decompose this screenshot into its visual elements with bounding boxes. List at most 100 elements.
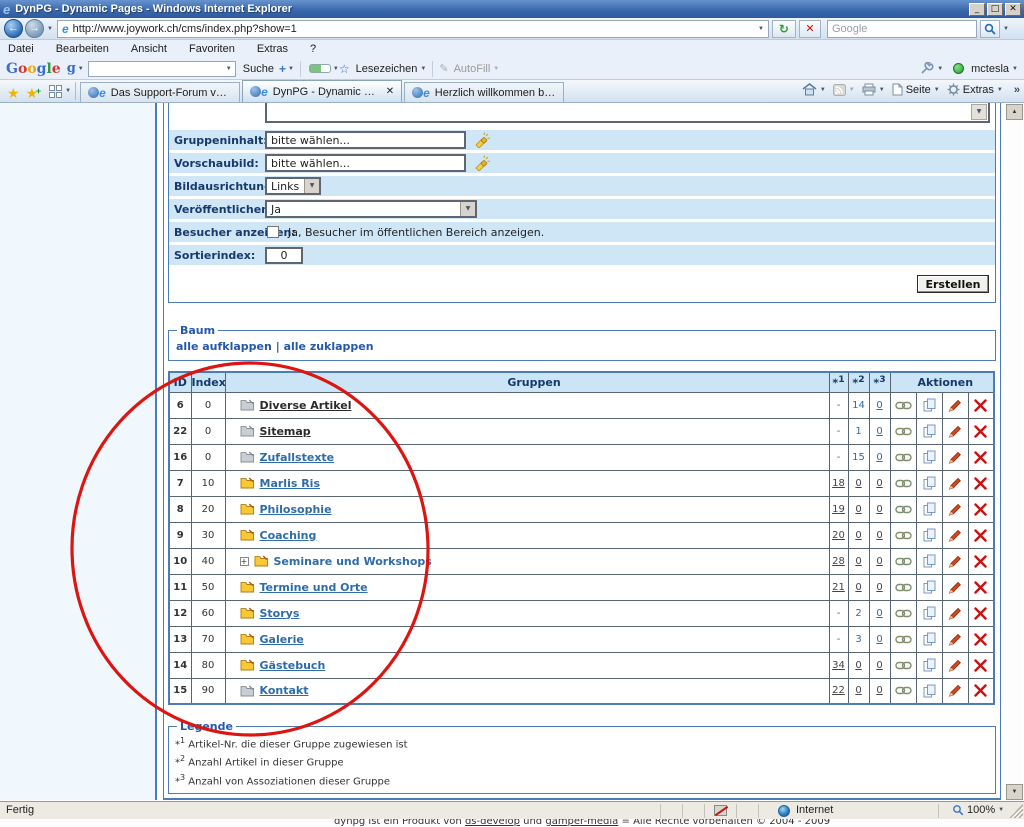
vertical-scrollbar[interactable]: ▲ ▼ [1006, 103, 1023, 801]
link-action[interactable] [890, 522, 916, 548]
edit-action[interactable] [942, 600, 968, 626]
edit-action[interactable] [942, 678, 968, 704]
edit-action[interactable] [942, 548, 968, 574]
delete-action[interactable] [968, 574, 994, 600]
delete-action[interactable] [968, 444, 994, 470]
copy-action[interactable] [916, 444, 942, 470]
google-g-dropdown-icon[interactable]: ▼ [78, 66, 84, 72]
group-link[interactable]: Termine und Orte [260, 581, 368, 594]
edit-action[interactable] [942, 418, 968, 444]
flashlight-icon[interactable] [473, 132, 490, 148]
scroll-down-icon[interactable]: ▼ [1006, 784, 1023, 800]
link-action[interactable] [890, 444, 916, 470]
scroll-up-icon[interactable]: ▲ [1006, 104, 1023, 120]
feed-icon[interactable] [833, 84, 846, 96]
menu-item[interactable]: Datei [8, 41, 44, 57]
page-dropdown-icon[interactable]: ▼ [934, 87, 940, 93]
edit-action[interactable] [942, 470, 968, 496]
zoom-control[interactable]: 100% ▼ [952, 804, 1004, 816]
google-search-input[interactable]: ▼ [88, 61, 236, 77]
copy-action[interactable] [916, 392, 942, 418]
home-icon[interactable] [802, 83, 817, 96]
link-action[interactable] [890, 652, 916, 678]
delete-action[interactable] [968, 678, 994, 704]
edit-action[interactable] [942, 496, 968, 522]
menu-item[interactable]: Ansicht [131, 41, 177, 57]
tools-dropdown-icon[interactable]: ▼ [997, 87, 1003, 93]
link-action[interactable] [890, 496, 916, 522]
group-link[interactable]: Storys [260, 607, 300, 620]
copy-action[interactable] [916, 522, 942, 548]
gear-icon[interactable] [947, 83, 960, 96]
refresh-button[interactable]: ↻ [772, 20, 796, 38]
copy-action[interactable] [916, 600, 942, 626]
feed-dropdown-icon[interactable]: ▼ [849, 87, 855, 93]
copy-action[interactable] [916, 418, 942, 444]
bookmarks-button[interactable]: Lesezeichen [356, 63, 418, 75]
forward-button[interactable]: → [25, 19, 44, 38]
group-link[interactable]: Kontakt [260, 684, 309, 697]
favorites-button[interactable]: ★ [7, 84, 20, 102]
restore-button[interactable]: □ [987, 3, 1003, 16]
delete-action[interactable] [968, 600, 994, 626]
erstellen-button[interactable]: Erstellen [917, 275, 989, 293]
back-button[interactable]: ← [4, 19, 23, 38]
group-link[interactable]: Coaching [260, 529, 317, 542]
link-action[interactable] [890, 600, 916, 626]
quick-tabs-icon[interactable] [49, 85, 62, 98]
menu-item[interactable]: ? [310, 41, 326, 57]
browser-tab[interactable]: e Das Support-Forum von DynPG [80, 82, 240, 102]
group-link[interactable]: Galerie [260, 633, 304, 646]
edit-action[interactable] [942, 444, 968, 470]
user-menu[interactable]: mctesla [971, 63, 1009, 75]
group-link[interactable]: Marlis Ris [260, 477, 321, 490]
page-menu[interactable]: Seite [906, 84, 931, 96]
link-action[interactable] [890, 392, 916, 418]
group-link[interactable]: Gästebuch [260, 659, 326, 672]
url-field[interactable]: e http://www.joywork.ch/cms/index.php?sh… [57, 20, 769, 38]
clipped-select[interactable]: ▼ [265, 103, 990, 123]
google-g-button[interactable]: g [67, 61, 76, 76]
edit-action[interactable] [942, 574, 968, 600]
copy-action[interactable] [916, 470, 942, 496]
page-icon[interactable] [892, 83, 903, 96]
copy-action[interactable] [916, 496, 942, 522]
group-link[interactable]: Philosophie [260, 503, 332, 516]
history-dropdown-icon[interactable]: ▼ [47, 26, 53, 32]
search-options-dropdown-icon[interactable]: ▼ [1003, 26, 1009, 32]
settings-dropdown-icon[interactable]: ▼ [937, 66, 943, 72]
user-dropdown-icon[interactable]: ▼ [1012, 66, 1018, 72]
google-search-button[interactable]: Suche [243, 63, 274, 75]
edit-action[interactable] [942, 652, 968, 678]
group-link[interactable]: Diverse Artikel [260, 399, 352, 412]
copy-action[interactable] [916, 574, 942, 600]
print-icon[interactable] [862, 83, 876, 96]
search-input[interactable]: Google [827, 20, 977, 38]
vorschaubild-select[interactable]: bitte wählen... [265, 154, 466, 172]
edit-action[interactable] [942, 522, 968, 548]
print-dropdown-icon[interactable]: ▼ [879, 87, 885, 93]
link-action[interactable] [890, 574, 916, 600]
tab-close-icon[interactable]: ✕ [386, 86, 394, 97]
besucher-checkbox[interactable] [267, 226, 279, 238]
menu-item[interactable]: Extras [257, 41, 298, 57]
delete-action[interactable] [968, 626, 994, 652]
tools-menu[interactable]: Extras [963, 84, 994, 96]
expand-icon[interactable]: + [240, 557, 249, 566]
add-search-icon[interactable]: + [279, 62, 286, 76]
delete-action[interactable] [968, 418, 994, 444]
google-search-dropdown-icon[interactable]: ▼ [226, 66, 232, 72]
browser-tab[interactable]: e Herzlich willkommen bei Joyw... [404, 82, 564, 102]
delete-action[interactable] [968, 522, 994, 548]
delete-action[interactable] [968, 392, 994, 418]
edit-action[interactable] [942, 392, 968, 418]
delete-action[interactable] [968, 652, 994, 678]
flashlight-icon[interactable] [473, 155, 490, 171]
zoom-dropdown-icon[interactable]: ▼ [998, 807, 1004, 813]
link-action[interactable] [890, 548, 916, 574]
copy-action[interactable] [916, 548, 942, 574]
link-action[interactable] [890, 626, 916, 652]
search-go-button[interactable] [980, 20, 1000, 38]
stop-button[interactable]: ✕ [799, 20, 821, 38]
more-commands-icon[interactable]: » [1014, 84, 1020, 96]
